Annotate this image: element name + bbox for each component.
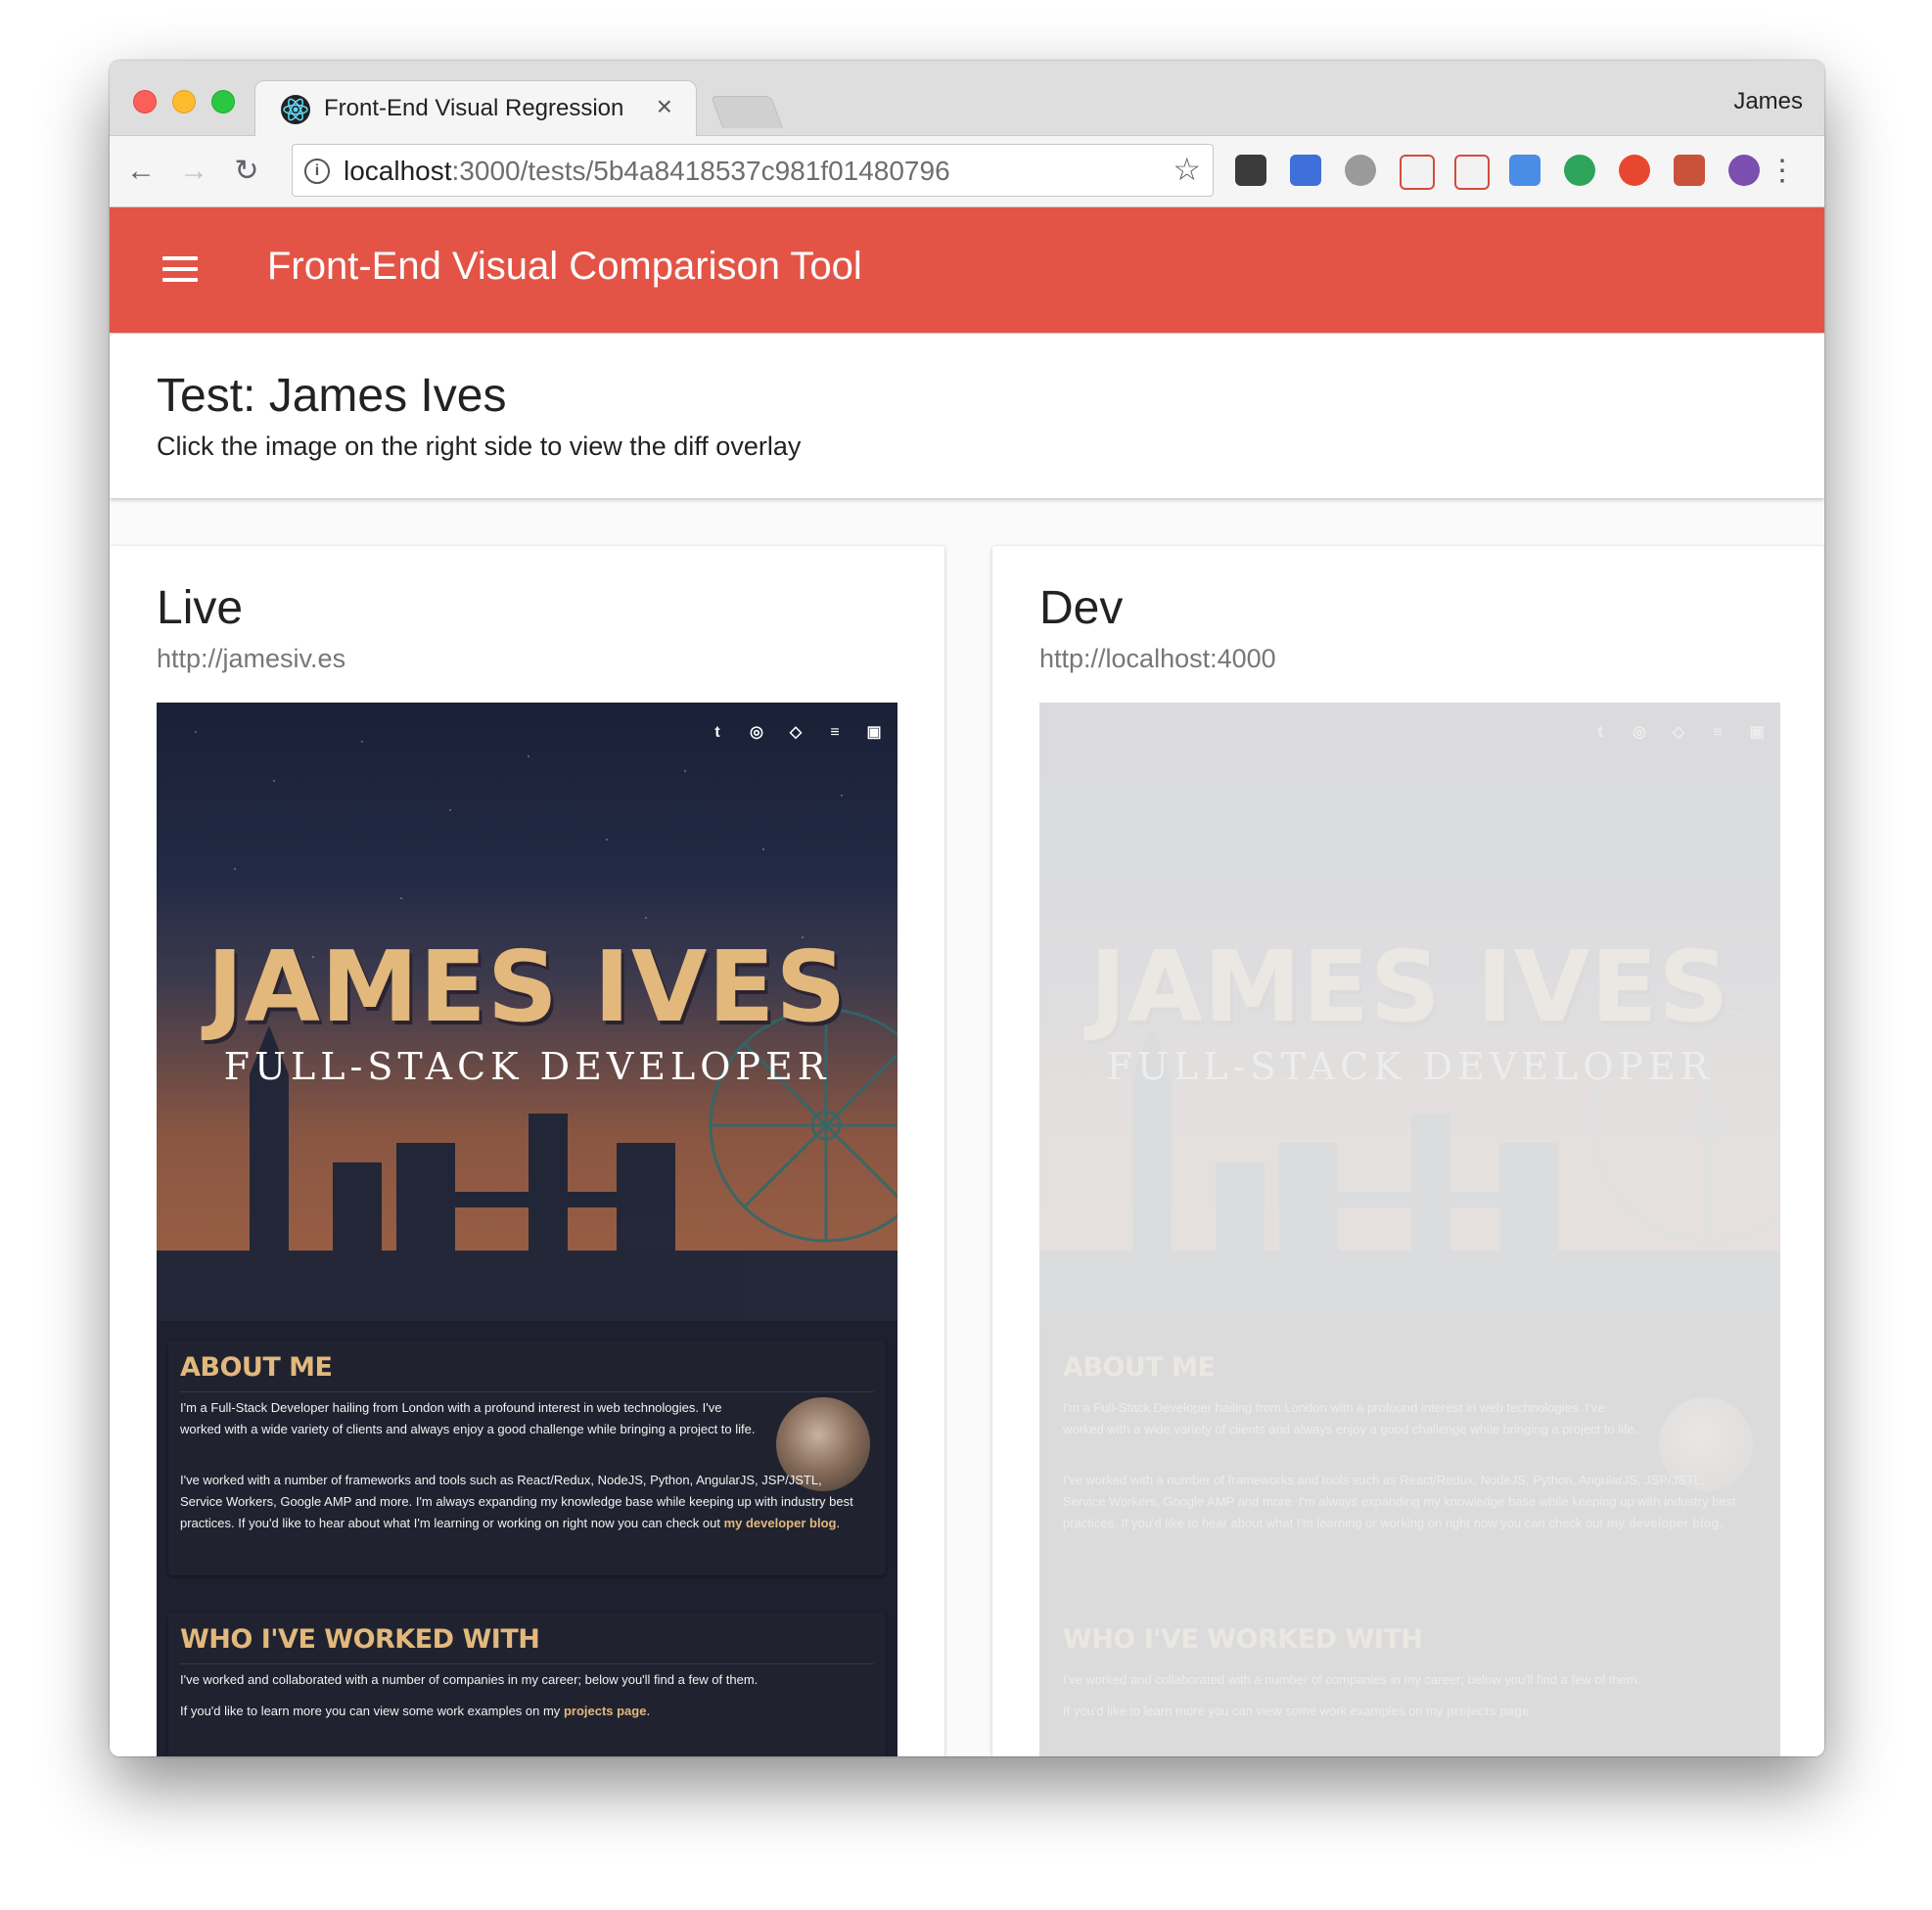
developer-blog-link[interactable]: my developer blog [724, 1516, 837, 1530]
tab-strip: Front-End Visual Regression × James [110, 61, 1824, 137]
gmail-icon[interactable] [1400, 155, 1435, 190]
about-section: ABOUT ME I'm a Full-Stack Developer hail… [168, 1341, 886, 1575]
worked-with-section: WHO I'VE WORKED WITH I've worked and col… [168, 1613, 886, 1756]
tab-title: Front-End Visual Regression [324, 95, 624, 121]
url-path: :3000/tests/5b4a8418537c981f01480796 [451, 156, 950, 186]
worked-with-paragraph-1: I've worked and collaborated with a numb… [180, 1672, 759, 1687]
about-paragraph-2-period: . [836, 1516, 841, 1530]
dev-url: http://localhost:4000 [1039, 644, 1276, 673]
dev-card: Dev http://localhost:4000 [992, 546, 1824, 1756]
hero-name: JAMES IVES [207, 930, 848, 1044]
site-preview: t ◎ ◇ ≡ ▣ JAMES IVES FULL-STACK DEVELOPE… [157, 703, 897, 1756]
worked-with-title: WHO I'VE WORKED WITH [180, 1624, 540, 1655]
browser-tab-active[interactable]: Front-End Visual Regression × [254, 80, 697, 137]
projects-page-link[interactable]: projects page [564, 1704, 647, 1718]
address-bar[interactable]: i localhost:3000/tests/5b4a8418537c981f0… [292, 144, 1214, 197]
about-title: ABOUT ME [180, 1352, 333, 1383]
app-bar: Front-End Visual Comparison Tool [110, 207, 1824, 333]
browser-window: Front-End Visual Regression × James ← → … [110, 61, 1824, 1756]
dev-title: Dev [1039, 582, 1124, 634]
worked-with-paragraph-2: If you'd like to learn more you can view… [180, 1701, 865, 1722]
new-tab-button[interactable] [710, 96, 784, 128]
address-url[interactable]: localhost:3000/tests/5b4a8418537c981f014… [344, 156, 950, 187]
privacy-badger-icon[interactable] [1728, 155, 1760, 186]
diff-overlay[interactable] [1039, 703, 1780, 1756]
live-screenshot[interactable]: t ◎ ◇ ≡ ▣ JAMES IVES FULL-STACK DEVELOPE… [157, 703, 897, 1756]
site-info-icon[interactable]: i [304, 159, 330, 184]
reload-icon[interactable]: ↻ [229, 154, 264, 189]
live-title: Live [157, 582, 244, 634]
inbox-icon[interactable] [1454, 155, 1490, 190]
lightning-icon[interactable] [1345, 155, 1376, 186]
page-viewport: Front-End Visual Comparison Tool Test: J… [110, 207, 1824, 1756]
bookmark-star-icon[interactable]: ☆ [1173, 151, 1201, 188]
react-icon [281, 95, 310, 124]
live-url: http://jamesiv.es [157, 644, 346, 673]
calendar-icon[interactable] [1509, 155, 1541, 186]
linkedin-icon[interactable]: ▣ [865, 724, 883, 742]
hangouts-icon[interactable] [1564, 155, 1595, 186]
worked-with-paragraph-2-period: . [646, 1704, 651, 1718]
maximize-window-button[interactable] [211, 90, 235, 114]
forward-icon[interactable]: → [176, 154, 211, 189]
live-card: Live http://jamesiv.es t ◎ ◇ ≡ ▣ JAMES I… [110, 546, 944, 1756]
test-header-card: Test: James Ives Click the image on the … [110, 334, 1824, 498]
browser-menu-icon[interactable]: ⋮ [1768, 154, 1797, 189]
codepen-icon[interactable]: ◇ [787, 724, 805, 742]
about-paragraph-2: I've worked with a number of frameworks … [180, 1470, 865, 1534]
tab-close-icon[interactable]: × [657, 91, 672, 122]
url-host: localhost [344, 156, 452, 186]
lighthouse-icon[interactable] [1290, 155, 1321, 186]
react-devtools-icon[interactable] [1674, 155, 1705, 186]
profile-name[interactable]: James [1733, 88, 1803, 115]
app-title: Front-End Visual Comparison Tool [267, 245, 862, 288]
twitter-icon[interactable]: t [709, 724, 726, 742]
lastpass-icon[interactable] [1235, 155, 1266, 186]
close-window-button[interactable] [133, 90, 157, 114]
minimize-window-button[interactable] [172, 90, 196, 114]
back-icon[interactable]: ← [123, 154, 159, 189]
dev-screenshot[interactable]: t ◎ ◇ ≡ ▣ JAMES IVES FULL-STACK DEVELOPE… [1039, 703, 1780, 1756]
hamburger-menu-icon[interactable] [162, 256, 198, 284]
worked-with-paragraph-2-text: If you'd like to learn more you can view… [180, 1704, 564, 1718]
section-divider [180, 1663, 874, 1664]
stackoverflow-icon[interactable]: ≡ [826, 724, 844, 742]
adblock-icon[interactable] [1619, 155, 1650, 186]
section-divider [180, 1391, 874, 1392]
test-instructions: Click the image on the right side to vie… [157, 432, 802, 461]
hero-role: FULL-STACK DEVELOPER [223, 1045, 831, 1088]
test-title: Test: James Ives [157, 370, 507, 422]
browser-toolbar: ← → ↻ i localhost:3000/tests/5b4a8418537… [110, 136, 1824, 207]
hero-banner: t ◎ ◇ ≡ ▣ JAMES IVES FULL-STACK DEVELOPE… [157, 703, 897, 1321]
github-icon[interactable]: ◎ [748, 724, 765, 742]
about-paragraph-1: I'm a Full-Stack Developer hailing from … [180, 1400, 756, 1436]
